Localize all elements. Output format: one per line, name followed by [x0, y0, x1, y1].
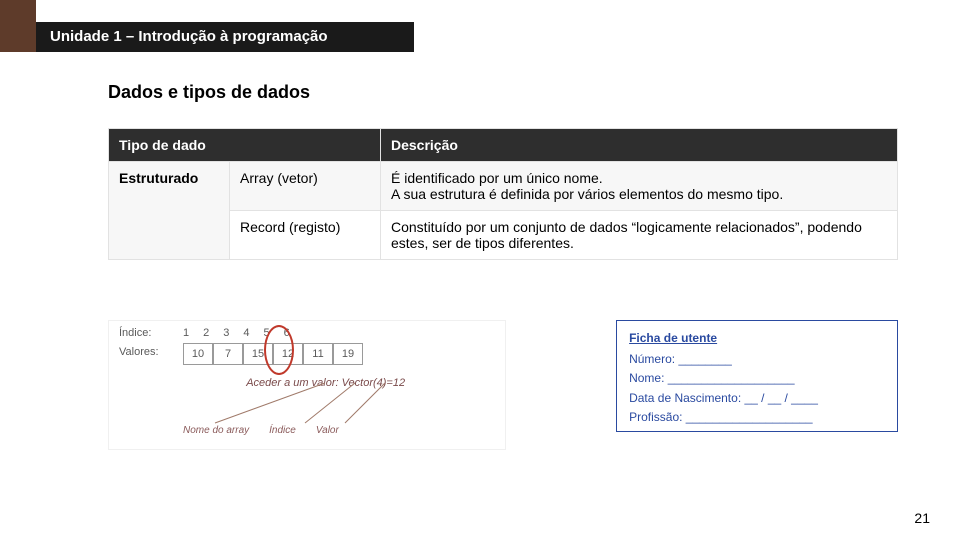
- value-cell: 10: [183, 343, 213, 365]
- index-cell: 2: [203, 327, 209, 339]
- col-header-desc: Descrição: [381, 129, 898, 162]
- accent-bar: [0, 0, 36, 52]
- array-figure: Índice: 1 2 3 4 5 6 Valores: 10 7 15 12 …: [108, 320, 506, 450]
- unit-title-bar: Unidade 1 – Introdução à programação: [36, 22, 414, 52]
- legend-index: Índice: [269, 425, 296, 436]
- record-field-data: Data de Nascimento: __ / __ / ____: [629, 389, 885, 408]
- cell-desc: É identificado por um único nome. A sua …: [381, 162, 898, 211]
- record-title: Ficha de utente: [629, 329, 885, 348]
- table-row: Estruturado Array (vetor) É identificado…: [109, 162, 898, 211]
- page-number: 21: [914, 510, 930, 526]
- arrow-lines-icon: [175, 377, 495, 427]
- value-cell: 19: [333, 343, 363, 365]
- cell-subtype: Record (registo): [230, 211, 381, 260]
- legend-value: Valor: [316, 425, 339, 436]
- cell-type: Estruturado: [109, 162, 230, 260]
- valores-label: Valores:: [119, 346, 169, 358]
- index-cell: 4: [243, 327, 249, 339]
- record-field-prof: Profissão: ___________________: [629, 408, 885, 427]
- unit-title: Unidade 1 – Introdução à programação: [50, 28, 328, 45]
- indice-label: Índice:: [119, 327, 169, 339]
- record-field-numero: Número: ________: [629, 350, 885, 369]
- highlight-circle-icon: [264, 325, 294, 375]
- cell-subtype: Array (vetor): [230, 162, 381, 211]
- table-header-row: Tipo de dado Descrição: [109, 129, 898, 162]
- record-figure: Ficha de utente Número: ________ Nome: _…: [616, 320, 898, 432]
- value-cell: 7: [213, 343, 243, 365]
- figure-legend: Nome do array Índice Valor: [183, 425, 339, 436]
- cell-desc: Constituído por um conjunto de dados “lo…: [381, 211, 898, 260]
- value-cell: 11: [303, 343, 333, 365]
- section-title: Dados e tipos de dados: [108, 82, 310, 103]
- index-cell: 1: [183, 327, 189, 339]
- legend-name: Nome do array: [183, 425, 249, 436]
- data-types-table: Tipo de dado Descrição Estruturado Array…: [108, 128, 898, 260]
- index-cell: 3: [223, 327, 229, 339]
- record-field-nome: Nome: ___________________: [629, 369, 885, 388]
- col-header-type: Tipo de dado: [109, 129, 381, 162]
